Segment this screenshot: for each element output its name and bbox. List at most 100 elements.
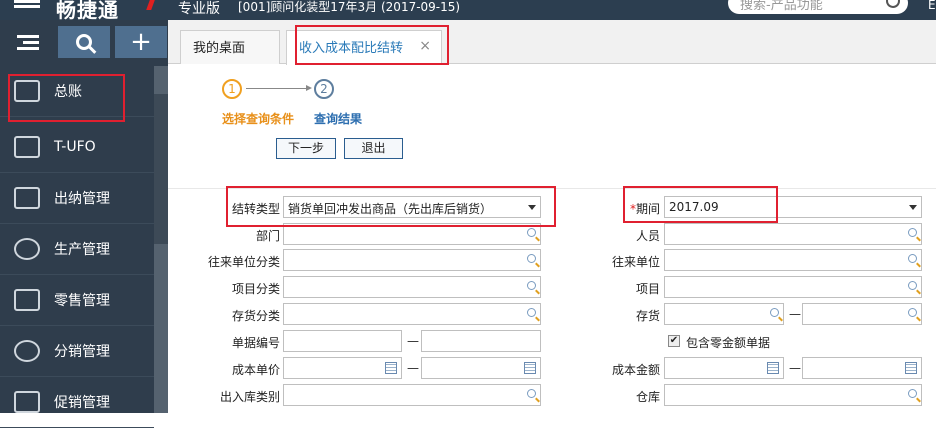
project-category-input[interactable]: [283, 276, 541, 298]
lookup-icon[interactable]: [527, 254, 536, 263]
tab-bar: 我的桌面 收入成本配比结转 ×: [168, 20, 936, 65]
department-input[interactable]: [283, 223, 541, 245]
include-zero-checkbox[interactable]: ✔: [668, 335, 680, 347]
inventory-from-input[interactable]: [664, 303, 784, 325]
cashier-doc-icon: [14, 187, 40, 209]
sidebar-item-promotion[interactable]: 促销管理: [0, 377, 154, 428]
inventory-category-label: 存货分类: [231, 309, 280, 323]
exit-button[interactable]: 退出: [344, 138, 403, 159]
tufo-icon: [14, 136, 40, 158]
step-1-label: 选择查询条件: [222, 112, 295, 126]
add-button[interactable]: +: [115, 26, 167, 58]
period-label-text: 期间: [635, 202, 660, 216]
product-search-input[interactable]: 搜索-产品功能: [728, 0, 908, 14]
unit-cost-from-input[interactable]: [283, 357, 402, 379]
search-icon[interactable]: [886, 0, 900, 8]
next-step-button[interactable]: 下一步: [276, 138, 336, 159]
department-label: 部门: [255, 229, 280, 243]
sidebar-item-cashier[interactable]: 出纳管理: [0, 173, 154, 224]
chevron-down-icon[interactable]: [528, 205, 536, 210]
transfer-type-label: 结转类型: [231, 202, 280, 216]
account-info: [001]顾问化装型17年3月 (2017-09-15): [238, 0, 461, 14]
lookup-icon[interactable]: [527, 308, 536, 317]
io-type-input[interactable]: [283, 384, 541, 406]
inventory-to-input[interactable]: [802, 303, 922, 325]
sidebar: + 总账 T-UFO 出纳管理 生产管理 零售管理 分销管理 促销管理: [0, 20, 168, 428]
search-placeholder: 搜索-产品功能: [740, 0, 823, 13]
calculator-icon[interactable]: [905, 362, 917, 374]
warehouse-input[interactable]: [664, 384, 922, 406]
tab-label: 我的桌面: [193, 41, 246, 56]
cost-amount-to-input[interactable]: [802, 357, 922, 379]
sidebar-item-distribution[interactable]: 分销管理: [0, 326, 154, 377]
partner-input[interactable]: [664, 249, 922, 271]
step-arrow-icon: [246, 85, 312, 91]
sidebar-item-label: 零售管理: [54, 293, 110, 309]
sidebar-item-label: T-UFO: [54, 139, 96, 155]
tab-revenue-cost-transfer[interactable]: 收入成本配比结转 ×: [286, 30, 442, 65]
period-value: 2017.09: [669, 200, 719, 214]
lookup-icon[interactable]: [908, 254, 917, 263]
sidebar-item-retail[interactable]: 零售管理: [0, 275, 154, 326]
period-label: *期间: [570, 200, 660, 217]
sidebar-item-general-ledger[interactable]: 总账: [0, 66, 154, 117]
shopping-bag-icon: [14, 289, 40, 311]
person-input[interactable]: [664, 223, 922, 245]
top-bar: 畅捷通 专业版 [001]顾问化装型17年3月 (2017-09-15) 搜索-…: [0, 0, 936, 22]
inventory-label: 存货: [635, 309, 660, 323]
include-zero-label: 包含零金额单据: [686, 336, 771, 350]
range-separator: —: [407, 334, 419, 348]
lookup-icon[interactable]: [908, 389, 917, 398]
cost-amount-from-input[interactable]: [664, 357, 784, 379]
warehouse-label: 仓库: [635, 390, 660, 404]
ledger-icon: [14, 80, 40, 102]
search-button[interactable]: [58, 26, 110, 58]
hamburger-menu-icon[interactable]: [14, 0, 40, 12]
network-icon: [14, 340, 40, 362]
sidebar-item-label: 总账: [54, 84, 82, 100]
search-icon[interactable]: [770, 308, 779, 317]
lookup-icon[interactable]: [527, 228, 536, 237]
plus-icon: +: [130, 27, 152, 57]
range-separator: —: [789, 307, 801, 321]
inventory-category-input[interactable]: [283, 303, 541, 325]
transfer-type-value: 销货单回冲发出商品（先出库后销货）: [288, 202, 493, 216]
sidebar-item-label: 分销管理: [54, 344, 110, 360]
calculator-icon[interactable]: [385, 362, 397, 374]
sidebar-item-tufo[interactable]: T-UFO: [0, 122, 154, 173]
lookup-icon[interactable]: [527, 389, 536, 398]
lookup-icon[interactable]: [908, 228, 917, 237]
cost-amount-label: 成本金额: [611, 363, 660, 377]
step-2-circle: 2: [314, 79, 334, 99]
project-input[interactable]: [664, 276, 922, 298]
search-icon[interactable]: [908, 308, 917, 317]
scrollbar-thumb[interactable]: [154, 94, 168, 244]
transfer-type-select[interactable]: 销货单回冲发出商品（先出库后销货）: [283, 196, 541, 218]
calculator-icon[interactable]: [767, 362, 779, 374]
section-divider: [168, 188, 936, 189]
sidebar-item-label: 出纳管理: [54, 191, 110, 207]
unit-cost-to-input[interactable]: [421, 357, 541, 379]
doc-number-to-input[interactable]: [421, 330, 541, 352]
project-category-label: 项目分类: [231, 282, 280, 296]
period-select[interactable]: 2017.09: [664, 196, 922, 218]
tab-label: 收入成本配比结转: [299, 41, 404, 56]
sidebar-item-production[interactable]: 生产管理: [0, 224, 154, 275]
io-type-label: 出入库类别: [219, 390, 280, 404]
range-separator: —: [407, 361, 419, 375]
doc-number-label: 单据编号: [231, 336, 280, 350]
calculator-icon[interactable]: [524, 362, 536, 374]
brand-mark-icon: [146, 0, 155, 10]
partner-category-input[interactable]: [283, 249, 541, 271]
lookup-icon[interactable]: [908, 281, 917, 290]
chevron-down-icon[interactable]: [909, 205, 917, 210]
doc-number-from-input[interactable]: [283, 330, 402, 352]
tab-my-desktop[interactable]: 我的桌面: [180, 30, 280, 64]
gears-icon: [14, 238, 40, 260]
sidebar-scrollbar[interactable]: [154, 66, 168, 413]
lookup-icon[interactable]: [527, 281, 536, 290]
close-icon[interactable]: ×: [419, 38, 431, 54]
sidebar-item-label: 促销管理: [54, 395, 110, 411]
unit-cost-label: 成本单价: [231, 363, 280, 377]
menu-list-button[interactable]: [2, 26, 54, 58]
